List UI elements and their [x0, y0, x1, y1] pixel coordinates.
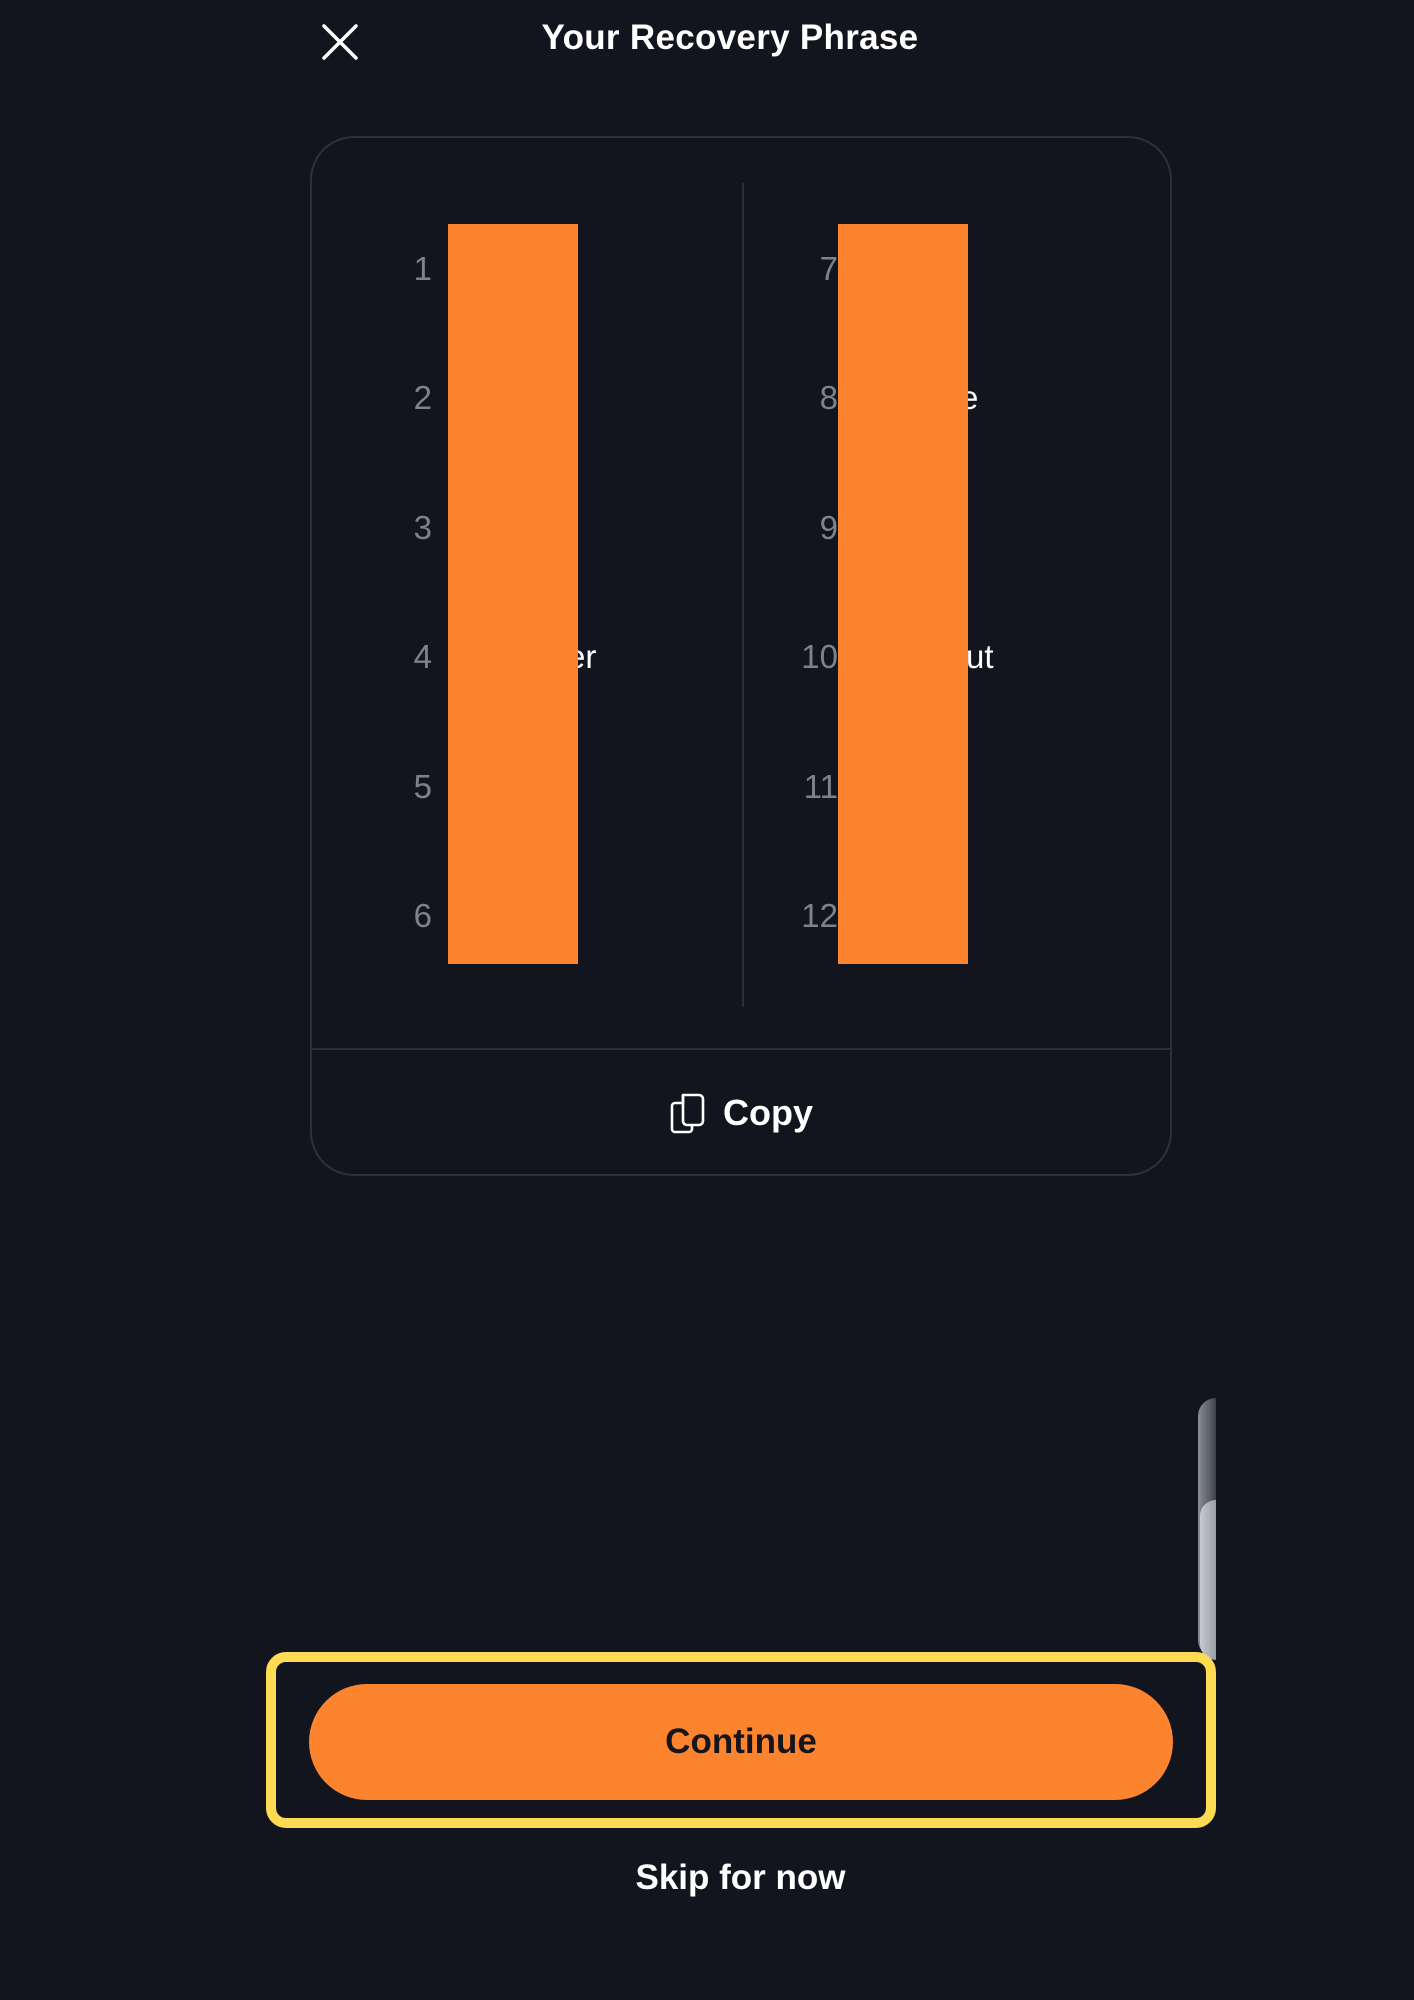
redaction-block-right: [838, 224, 968, 964]
word-number: 10: [801, 638, 838, 675]
skip-for-now-link[interactable]: Skip for now: [0, 1858, 1414, 1898]
recovery-phrase-screen: Your Recovery Phrase 1 2 3 4 er 5 6 7 8 …: [0, 0, 1414, 2000]
continue-button[interactable]: Continue: [309, 1684, 1173, 1800]
phrase-word-12: 12: [312, 886, 838, 946]
phrase-word-8: 8: [312, 368, 838, 428]
column-divider: [742, 183, 744, 1007]
phrase-word-11: 11: [312, 757, 838, 817]
recovery-phrase-card: 1 2 3 4 er 5 6 7 8 e 9 10 ut 11 12 Copy: [310, 136, 1172, 1176]
word-number: 9: [819, 509, 838, 546]
phrase-word-10: 10: [312, 627, 838, 687]
copy-icon: [670, 1093, 705, 1134]
copy-label: Copy: [723, 1092, 813, 1133]
phrase-word-7: 7: [312, 239, 838, 299]
scrollbar-thumb[interactable]: [1200, 1500, 1216, 1660]
copy-button[interactable]: Copy: [312, 1050, 1170, 1176]
word-number: 7: [819, 250, 838, 287]
phrase-word-9: 9: [312, 498, 838, 558]
redaction-block-left: [448, 224, 578, 964]
word-number: 8: [819, 379, 838, 416]
word-text: ut: [966, 638, 994, 675]
page-title: Your Recovery Phrase: [541, 18, 919, 57]
word-number: 12: [801, 897, 838, 934]
word-number: 11: [803, 768, 838, 805]
header: Your Recovery Phrase: [0, 0, 1414, 80]
